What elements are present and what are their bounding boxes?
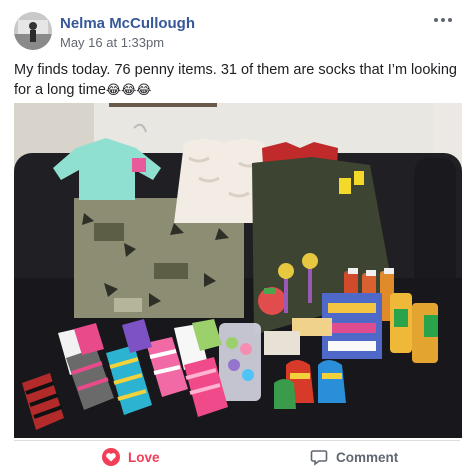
love-button[interactable]: Love [102, 446, 160, 468]
caption-emojis: 😂😂😂 [105, 83, 152, 98]
love-label: Love [128, 449, 160, 465]
post-caption: My finds today. 76 penny items. 31 of th… [14, 60, 462, 101]
photo-shopping-haul [14, 103, 462, 438]
comment-label: Comment [336, 449, 399, 465]
heart-icon [102, 448, 120, 466]
comment-button[interactable]: Comment [310, 446, 398, 468]
facebook-post: Nelma McCullough May 16 at 1:33pm My fin… [0, 0, 474, 474]
post-photo[interactable] [14, 103, 462, 438]
actions-divider [14, 440, 460, 441]
avatar[interactable] [14, 12, 52, 50]
comment-bubble-icon [310, 450, 328, 466]
post-timestamp[interactable]: May 16 at 1:33pm [60, 35, 164, 50]
caption-text: My finds today. 76 penny items. 31 of th… [14, 62, 458, 98]
more-options-icon[interactable] [434, 14, 456, 26]
author-name[interactable]: Nelma McCullough [60, 15, 195, 32]
avatar-image [14, 12, 52, 50]
